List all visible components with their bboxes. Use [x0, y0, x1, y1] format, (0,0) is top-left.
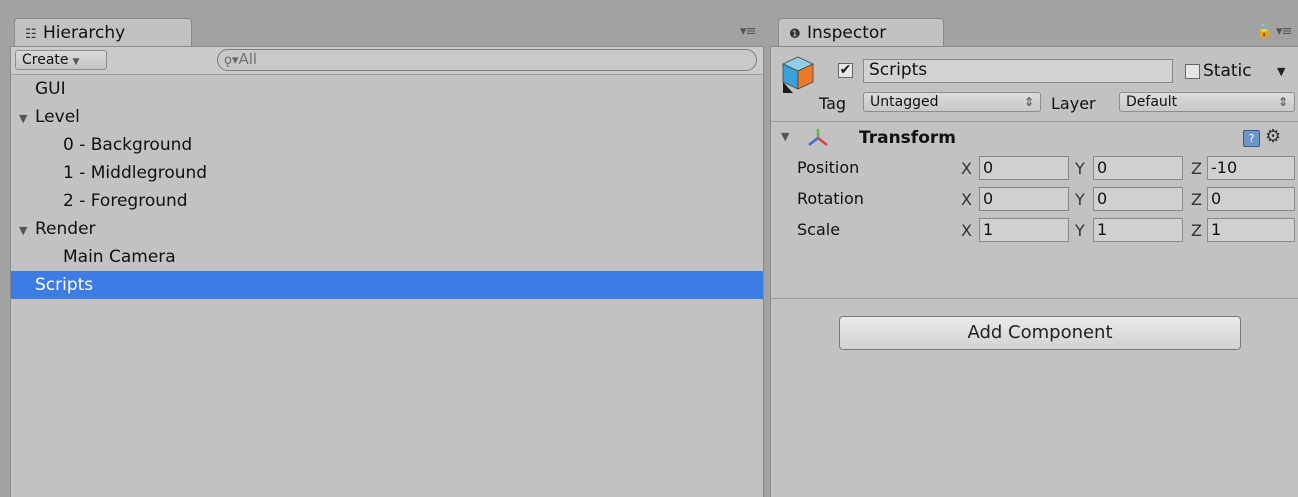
foldout-arrow-icon[interactable]: ▼ [19, 217, 35, 245]
y-value-field[interactable]: 0 [1093, 156, 1183, 180]
gameobject-cube-icon [782, 56, 814, 93]
tree-item-label: Main Camera [63, 247, 176, 267]
inspector-tab-strip: ❶ Inspector 🔒 ▾≡ [768, 0, 1298, 46]
add-component-button[interactable]: Add Component [839, 316, 1241, 350]
panel-menu-icon[interactable]: ▾≡ [740, 24, 756, 39]
gameobject-header: ✔ Scripts Static ▼ Tag Untagged ⇕ Layer D… [771, 47, 1298, 122]
tree-item[interactable]: 2 - Foreground [11, 187, 763, 215]
y-axis-label[interactable]: Y [1075, 190, 1085, 209]
x-axis-label[interactable]: X [961, 221, 972, 240]
hierarchy-tab-label: Hierarchy [43, 23, 126, 43]
x-axis-label[interactable]: X [961, 159, 972, 178]
property-label: Position [797, 158, 860, 177]
gear-icon[interactable]: ⚙ [1265, 126, 1281, 147]
y-value-field[interactable]: 0 [1093, 187, 1183, 211]
static-dropdown-icon[interactable]: ▼ [1277, 65, 1285, 78]
tree-item[interactable]: 1 - Middleground [11, 159, 763, 187]
inspector-body: ✔ Scripts Static ▼ Tag Untagged ⇕ Layer D… [770, 46, 1298, 497]
inspector-tab-label: Inspector [807, 23, 887, 43]
tree-item[interactable]: 0 - Background [11, 131, 763, 159]
x-value-field[interactable]: 0 [979, 187, 1069, 211]
hierarchy-toolbar: Create ▼ ǫ▾ [11, 47, 763, 75]
component-divider [771, 298, 1298, 299]
z-axis-label[interactable]: Z [1191, 190, 1202, 209]
hierarchy-tab-strip: ☷ Hierarchy ▾≡ [0, 0, 768, 46]
transform-row-scale: Scale X 1 Y 1 Z 1 [771, 215, 1298, 245]
hierarchy-body: Create▼ ǫ▾ GUI▼Level0 - Background1 - Mi… [10, 46, 764, 497]
static-label: Static [1203, 61, 1252, 81]
z-axis-label[interactable]: Z [1191, 159, 1202, 178]
active-checkbox[interactable]: ✔ [838, 63, 853, 78]
panel-menu-icon[interactable]: ▾≡ [1276, 24, 1292, 39]
z-value-field[interactable]: 1 [1207, 218, 1295, 242]
tree-item-label: Scripts [35, 275, 94, 295]
z-value-field[interactable]: -10 [1207, 156, 1295, 180]
transform-row-rotation: Rotation X 0 Y 0 Z 0 [771, 184, 1298, 214]
transform-title: Transform [859, 128, 956, 148]
help-icon[interactable]: ? [1243, 130, 1260, 147]
chevron-down-icon: ▼ [72, 57, 80, 67]
tree-item-label: 0 - Background [63, 135, 193, 155]
x-value-field[interactable]: 1 [979, 218, 1069, 242]
x-axis-label[interactable]: X [961, 190, 972, 209]
y-axis-label[interactable]: Y [1075, 221, 1085, 240]
tag-label: Tag [819, 94, 847, 113]
lock-icon[interactable]: 🔒 [1256, 24, 1272, 39]
tree-item-label: 1 - Middleground [63, 163, 208, 183]
tree-item[interactable]: ▼ Level [11, 103, 763, 131]
tree-item-label: Level [35, 107, 80, 127]
search-icon: ǫ▾ [224, 53, 239, 68]
property-label: Scale [797, 220, 841, 239]
property-label: Rotation [797, 189, 864, 208]
create-dropdown-button[interactable]: Create ▼ [15, 50, 107, 70]
hierarchy-list-icon: ☷ [25, 27, 37, 42]
hierarchy-panel: ☷Hierarchy ▾≡ Create▼ ǫ▾ GUI▼Level0 - Ba… [0, 0, 768, 497]
x-value-field[interactable]: 0 [979, 156, 1069, 180]
y-value-field[interactable]: 1 [1093, 218, 1183, 242]
transform-header[interactable]: ▼ Transform ? ⚙ [771, 122, 1298, 152]
tag-dropdown[interactable]: Untagged ⇕ [863, 92, 1041, 112]
tree-item[interactable]: Scripts [11, 271, 763, 299]
updown-icon: ⇕ [1277, 95, 1288, 109]
layer-value: Default [1126, 94, 1178, 110]
tree-item[interactable]: GUI [11, 75, 763, 103]
tree-item-label: 2 - Foreground [63, 191, 188, 211]
y-axis-label[interactable]: Y [1075, 159, 1085, 178]
hierarchy-search-input[interactable] [238, 50, 719, 68]
hierarchy-search-field[interactable]: ǫ▾ [217, 49, 757, 71]
tab-inspector[interactable]: ❶ Inspector [778, 18, 944, 46]
tag-value: Untagged [870, 94, 939, 110]
z-axis-label[interactable]: Z [1191, 221, 1202, 240]
tree-item[interactable]: Main Camera [11, 243, 763, 271]
z-value-field[interactable]: 0 [1207, 187, 1295, 211]
info-icon: ❶ [789, 27, 801, 42]
tree-item-label: Render [35, 219, 96, 239]
static-checkbox[interactable] [1185, 64, 1200, 79]
foldout-arrow-icon[interactable]: ▼ [781, 130, 789, 143]
foldout-arrow-icon[interactable]: ▼ [19, 105, 35, 133]
updown-icon: ⇕ [1023, 95, 1034, 109]
tree-item-label: GUI [35, 79, 66, 99]
tab-hierarchy[interactable]: ☷ Hierarchy [14, 18, 192, 46]
layer-label: Layer [1051, 94, 1096, 113]
transform-axes-icon [808, 129, 828, 146]
tree-item[interactable]: ▼ Render [11, 215, 763, 243]
layer-dropdown[interactable]: Default ⇕ [1119, 92, 1295, 112]
transform-row-position: Position X 0 Y 0 Z -10 [771, 153, 1298, 183]
checkmark-icon: ✔ [839, 62, 852, 78]
inspector-panel: ❶ Inspector 🔒 ▾≡ ✔ Scripts Static ▼ Tag U… [768, 0, 1298, 497]
object-name-field[interactable]: Scripts [863, 59, 1173, 83]
create-button-label: Create [22, 52, 69, 68]
